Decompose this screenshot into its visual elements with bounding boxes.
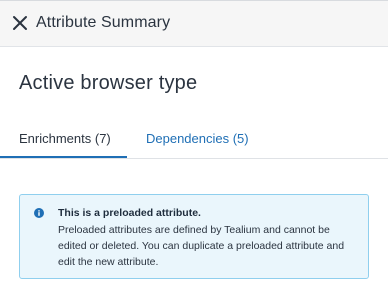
info-text: Preloaded attributes are defined by Teal… [58, 224, 345, 268]
active-tab-indicator [0, 156, 127, 158]
info-alert: This is a preloaded attribute. Preloaded… [19, 194, 369, 279]
panel-header: Attribute Summary [0, 0, 388, 47]
info-icon [34, 208, 44, 218]
tab-dependencies[interactable]: Dependencies (5) [146, 131, 249, 146]
page-title: Active browser type [19, 72, 198, 94]
close-button[interactable] [10, 13, 30, 33]
info-heading: This is a preloaded attribute. [58, 207, 201, 219]
close-icon [13, 16, 27, 30]
tab-bar: Enrichments (7) Dependencies (5) [0, 120, 388, 159]
header-title: Attribute Summary [36, 14, 171, 31]
tab-enrichments[interactable]: Enrichments (7) [19, 131, 111, 146]
